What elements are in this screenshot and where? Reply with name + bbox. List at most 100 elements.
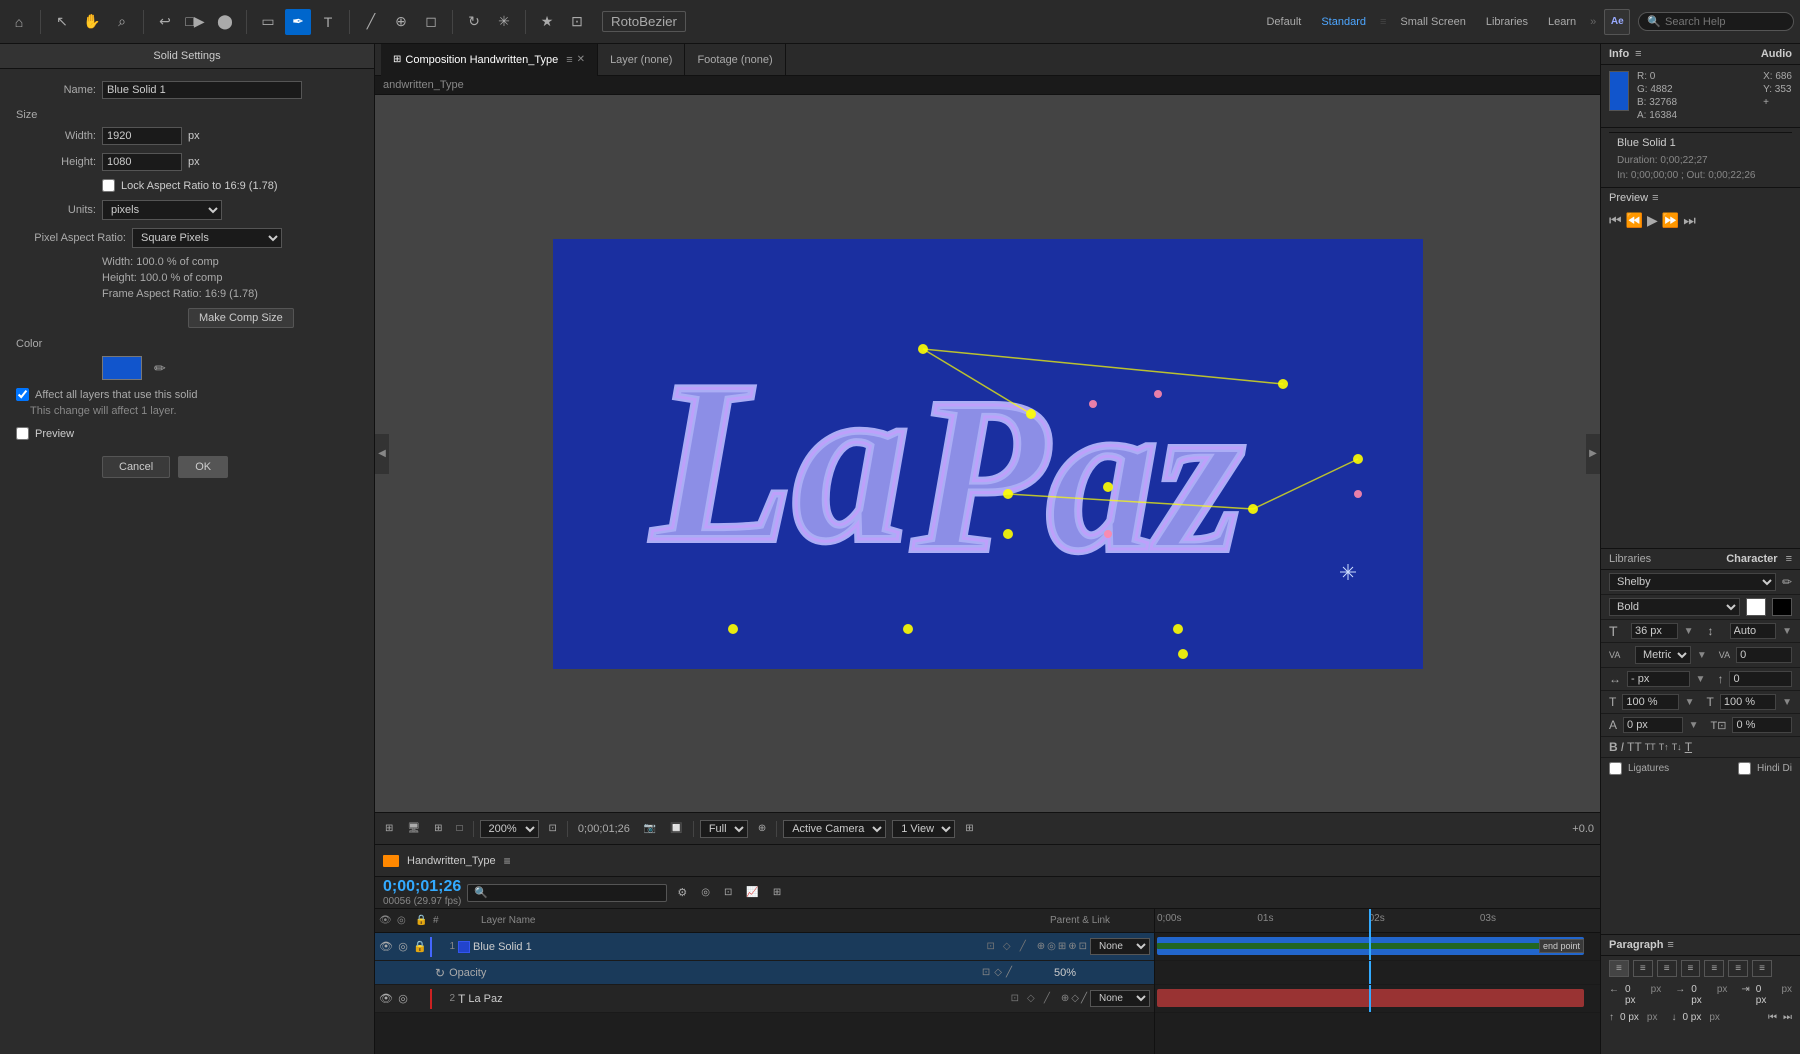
snapshot-btn[interactable]: 📷 (640, 822, 660, 835)
italic-btn[interactable]: I (1621, 740, 1624, 754)
layer1-parent-select[interactable]: None (1090, 938, 1150, 955)
eraser-icon[interactable]: ◻ (418, 9, 444, 35)
clone-stamp-icon[interactable]: ⊕ (388, 9, 414, 35)
layer1-solo-btn[interactable]: ◎ (396, 940, 410, 954)
layer-tab[interactable]: Layer (none) (598, 44, 685, 76)
libraries-workspace-btn[interactable]: Libraries (1480, 14, 1534, 30)
layer1-eye-btn[interactable]: 👁 (379, 940, 393, 954)
layer2-solo-btn[interactable]: ◎ (396, 992, 410, 1006)
vscale-arrow[interactable]: ▼ (1782, 697, 1792, 708)
align-right-btn[interactable]: ≡ (1657, 960, 1677, 977)
info-panel-menu[interactable]: ≡ (1635, 48, 1641, 60)
sub-btn[interactable]: T↓ (1672, 742, 1682, 752)
timeline-menu-icon[interactable]: ≡ (504, 854, 511, 868)
font-eyedropper-btn[interactable]: ✏ (1782, 575, 1792, 589)
font-select[interactable]: Shelby (1609, 573, 1776, 591)
audio-panel-title[interactable]: Audio (1761, 48, 1792, 60)
layer2-switch2[interactable]: ◇ (1024, 992, 1038, 1006)
kerning-input[interactable] (1736, 647, 1792, 663)
fill-swatch[interactable] (1746, 598, 1766, 616)
hscale-arrow[interactable]: ▼ (1685, 697, 1695, 708)
layer1-lock-btn[interactable]: 🔒 (413, 940, 427, 954)
home-icon[interactable]: ⌂ (6, 9, 32, 35)
shape-select-icon[interactable]: ⬤ (212, 9, 238, 35)
color-swatch[interactable] (102, 356, 142, 380)
preview-next-btn[interactable]: ⏩ (1662, 212, 1679, 229)
brush-icon[interactable]: ╱ (358, 9, 384, 35)
box-icon[interactable]: ⊡ (564, 9, 590, 35)
puppet-icon[interactable]: ✳ (491, 9, 517, 35)
layer2-parent-select[interactable]: None (1090, 990, 1150, 1007)
font-size-input[interactable] (1631, 623, 1678, 639)
height-input[interactable] (102, 153, 182, 171)
eyedropper-icon[interactable]: ✏ (154, 360, 166, 377)
tracking-type-select[interactable]: Metrics (1635, 646, 1691, 664)
indent-left-value[interactable]: 0 px (1625, 984, 1643, 1006)
size-arrow[interactable]: ▼ (1684, 626, 1694, 637)
playhead-layer2[interactable] (1369, 985, 1371, 1012)
layer1-switch3[interactable]: ╱ (1016, 940, 1030, 954)
text-icon[interactable]: T (315, 9, 341, 35)
hscale-input[interactable] (1622, 694, 1678, 710)
rect-icon[interactable]: ▭ (255, 9, 281, 35)
layer-search-input[interactable] (467, 884, 667, 902)
bold-btn[interactable]: B (1609, 740, 1618, 754)
layer1-name[interactable]: Blue Solid 1 (473, 941, 981, 953)
preview-play-btn[interactable]: ▶ (1647, 212, 1658, 229)
hindi-di-checkbox[interactable] (1738, 762, 1751, 775)
character-panel-title[interactable]: Character (1726, 553, 1777, 565)
space-after-value[interactable]: 0 px (1682, 1012, 1701, 1023)
grid-layout-btn[interactable]: ⊞ (961, 822, 977, 835)
viewer-snap-btn[interactable]: ⊞ (381, 822, 397, 835)
width-input[interactable] (102, 127, 182, 145)
pixel-aspect-select[interactable]: Square Pixels (132, 228, 282, 248)
underline-btn[interactable]: T (1685, 740, 1692, 754)
comp-region-btn[interactable]: ⊞ (769, 886, 785, 899)
viewer-timecode-btn[interactable]: 0;00;01;26 (574, 822, 634, 836)
layer1-switch1[interactable]: ⊡ (984, 940, 998, 954)
affect-all-checkbox[interactable] (16, 388, 29, 401)
zoom-select[interactable]: 200% (480, 820, 539, 838)
leading-input[interactable] (1730, 623, 1777, 639)
hand-icon[interactable]: ✋ (79, 9, 105, 35)
roman-hanging-btn[interactable]: ⏮ (1768, 1012, 1777, 1023)
stroke-swatch[interactable] (1772, 598, 1792, 616)
tsume-input[interactable] (1732, 717, 1792, 733)
small-screen-workspace-btn[interactable]: Small Screen (1394, 14, 1471, 30)
indent-right-value[interactable]: 0 px (1691, 984, 1709, 1006)
layer2-switch3[interactable]: ╱ (1040, 992, 1054, 1006)
viewer-fit-btn[interactable]: ⊡ (545, 822, 561, 835)
frame-blend-btn[interactable]: ⊡ (720, 886, 736, 899)
playhead-layer1[interactable] (1369, 933, 1371, 960)
align-left-btn[interactable]: ≡ (1609, 960, 1629, 977)
baseline-shift-input[interactable] (1623, 717, 1683, 733)
layer2-lock-btn[interactable] (413, 992, 427, 1006)
align-center-btn[interactable]: ≡ (1633, 960, 1653, 977)
standard-workspace-btn[interactable]: Standard (1315, 14, 1372, 30)
paragraph-menu-icon[interactable]: ≡ (1667, 939, 1673, 951)
motion-blur-btn[interactable]: ◎ (697, 886, 714, 899)
learn-workspace-btn[interactable]: Learn (1542, 14, 1582, 30)
preview-checkbox[interactable] (16, 427, 29, 440)
show-snapshot-btn[interactable]: 🔲 (666, 822, 686, 835)
leading-arrow[interactable]: ▼ (1782, 626, 1792, 637)
select-icon[interactable]: ↖ (49, 9, 75, 35)
allcaps-btn[interactable]: TT (1627, 740, 1642, 754)
default-workspace-btn[interactable]: Default (1260, 14, 1307, 30)
preview-panel-menu[interactable]: ≡ (1652, 192, 1658, 204)
composition-tab[interactable]: ⊞ Composition Handwritten_Type ≡ ✕ (381, 44, 598, 76)
fast-preview-btn[interactable]: ⊕ (754, 822, 770, 835)
view-select[interactable]: 1 View (892, 820, 955, 838)
vscale-input[interactable] (1720, 694, 1776, 710)
camera-tool-icon[interactable]: □▶ (182, 9, 208, 35)
roto-bezier-btn[interactable]: RotoBezier (602, 11, 686, 32)
camera-select[interactable]: Active Camera (783, 820, 886, 838)
align-justify-right-btn[interactable]: ≡ (1728, 960, 1748, 977)
burasagari-btn[interactable]: ⏭ (1783, 1012, 1792, 1023)
roto-icon[interactable]: ↻ (461, 9, 487, 35)
layer1-switch2[interactable]: ◇ (1000, 940, 1014, 954)
name-input[interactable] (102, 81, 302, 99)
quality-select[interactable]: Full (700, 820, 748, 838)
solo-mode-btn[interactable]: ⚙ (673, 885, 691, 900)
layer2-name[interactable]: La Paz (468, 993, 1005, 1005)
